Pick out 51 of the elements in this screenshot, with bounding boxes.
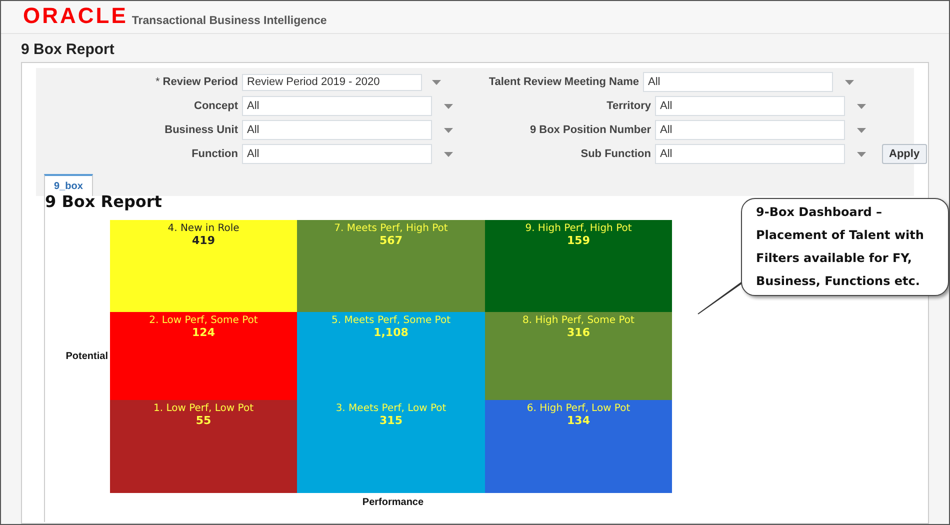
cell-label: 4. New in Role	[168, 223, 240, 235]
filter-label: Business Unit	[164, 122, 238, 138]
dropdown-field[interactable]: All	[655, 96, 845, 116]
cell-count: 567	[380, 235, 402, 247]
dropdown-field[interactable]: All	[643, 72, 833, 92]
callout-text: 9-Box Dashboard – Placement of Talent with Filters available for FY, Business, Functions etc.	[756, 204, 925, 290]
cell-count: 419	[192, 235, 215, 247]
product-name: Transactional Business Intelligence	[132, 16, 327, 27]
dropdown-field[interactable]: All	[655, 144, 845, 164]
caret-icon[interactable]	[857, 152, 866, 156]
cell-count: 315	[380, 415, 402, 427]
cell-count: 134	[567, 415, 590, 427]
cell-label: 2. Low Perf, Some Pot	[149, 315, 258, 327]
required-mark: *	[156, 74, 160, 90]
apply-button[interactable]: Apply	[882, 144, 927, 164]
caret-icon[interactable]	[444, 152, 453, 156]
cell-label: 8. High Perf, Some Pot	[522, 315, 634, 327]
filter-label: Review Period	[162, 74, 238, 90]
caret-icon[interactable]	[432, 80, 441, 84]
x-axis-label: Performance	[362, 496, 424, 510]
cell-label: 7. Meets Perf, High Pot	[334, 223, 448, 235]
tab[interactable]: 9_box	[44, 174, 93, 196]
cell-label: 3. Meets Perf, Low Pot	[336, 403, 446, 415]
dropdown-field[interactable]: Review Period 2019 - 2020	[242, 74, 422, 90]
filter-label: Talent Review Meeting Name	[488, 74, 639, 90]
page-title: 9 Box Report	[21, 40, 116, 60]
cell-label: 1. Low Perf, Low Pot	[154, 403, 254, 415]
filter-label: Function	[192, 146, 238, 162]
cell-label: 6. High Perf, Low Pot	[526, 403, 630, 415]
logo: ORACLE	[23, 5, 128, 27]
cell-count: 124	[192, 327, 215, 339]
y-axis-label: Potential	[66, 350, 108, 364]
caret-icon[interactable]	[444, 128, 453, 132]
filter-label: 9 Box Position Number	[530, 122, 651, 138]
cell-label: 5. Meets Perf, Some Pot	[331, 315, 451, 327]
filter-label: Concept	[194, 98, 238, 114]
caret-icon[interactable]	[444, 104, 453, 108]
cell-count: 1,108	[374, 327, 408, 339]
dropdown-field[interactable]: All	[242, 120, 432, 140]
filter-label: Territory	[606, 98, 651, 114]
cell-label: 9. High Perf, High Pot	[525, 223, 632, 235]
caret-icon[interactable]	[845, 80, 854, 84]
dropdown-field[interactable]: All	[242, 144, 432, 164]
filter-label: Sub Function	[580, 146, 651, 162]
caret-icon[interactable]	[857, 128, 866, 132]
cell-count: 159	[567, 235, 590, 247]
cell-count: 316	[567, 327, 590, 339]
dropdown-field[interactable]: All	[655, 120, 845, 140]
dropdown-field[interactable]: All	[242, 96, 432, 116]
caret-icon[interactable]	[857, 104, 866, 108]
cell-count: 55	[196, 415, 212, 427]
